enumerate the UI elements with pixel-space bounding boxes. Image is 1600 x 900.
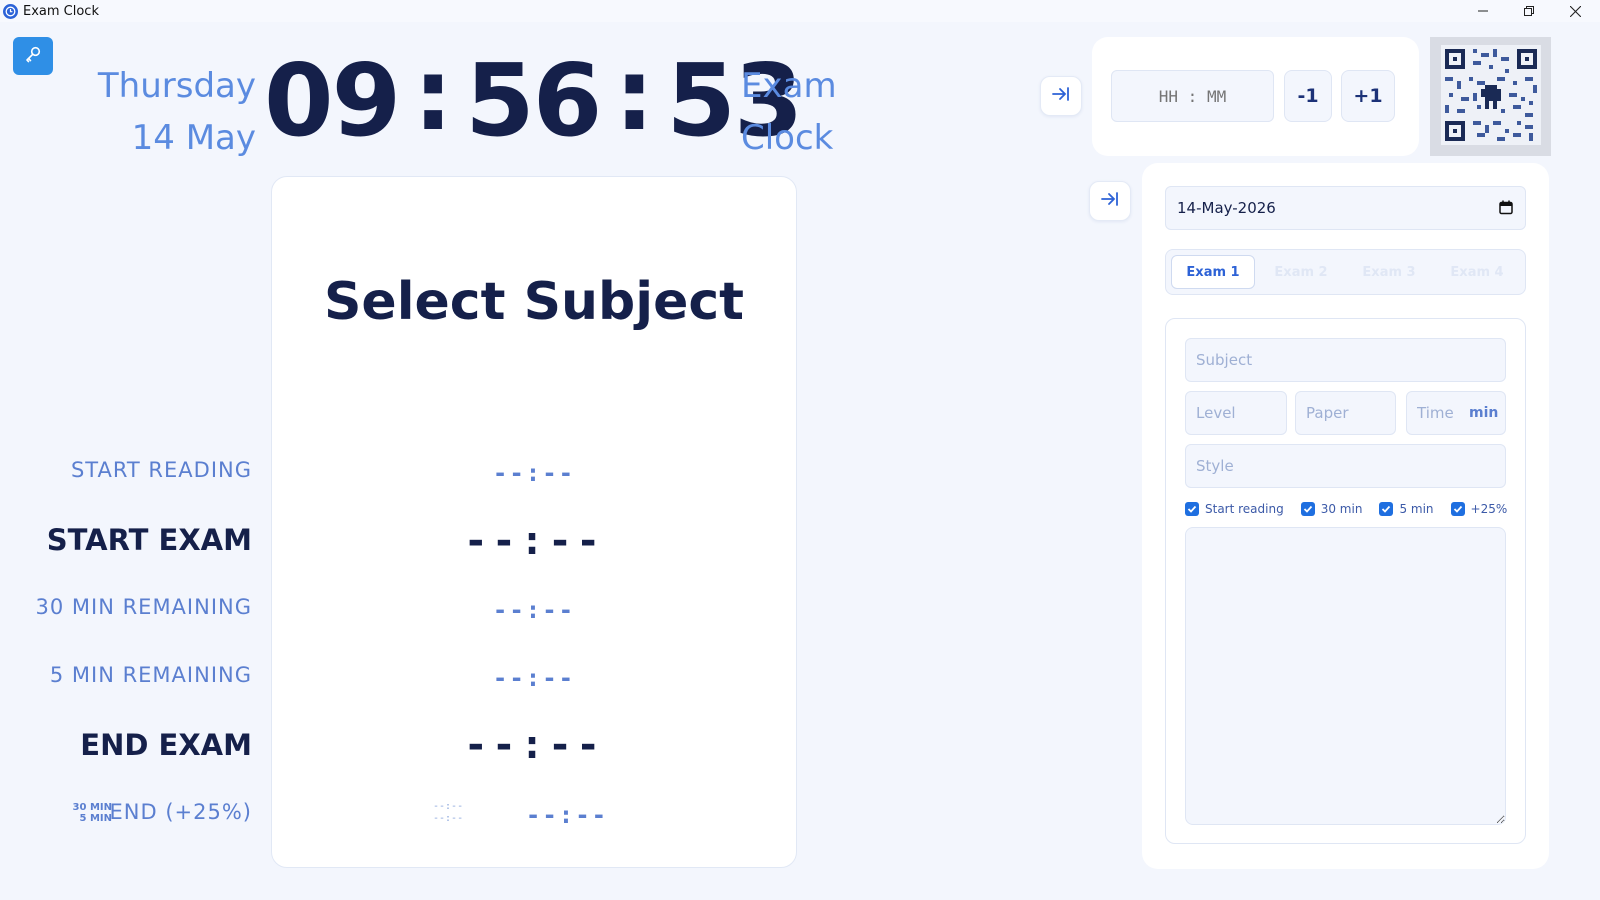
subject-input[interactable] xyxy=(1185,338,1506,382)
key-icon xyxy=(24,45,42,67)
close-button[interactable] xyxy=(1552,0,1598,22)
settings-key-button[interactable] xyxy=(13,37,53,75)
qr-code xyxy=(1430,37,1551,156)
tab-exam-3[interactable]: Exam 3 xyxy=(1347,255,1431,289)
end-extra-labels: 30 MIN 5 MIN xyxy=(70,802,112,824)
check-icon[interactable] xyxy=(1379,502,1394,516)
check-icon[interactable] xyxy=(1450,502,1465,516)
label-30-min-remaining: 30 MIN REMAINING xyxy=(35,595,252,619)
tab-exam-2[interactable]: Exam 2 xyxy=(1259,255,1343,289)
tab-exam-4[interactable]: Exam 4 xyxy=(1435,255,1519,289)
duration-unit-label: min xyxy=(1469,405,1499,421)
main-clock: 09 : 56 : 53 xyxy=(264,36,804,159)
checkbox-plus-25[interactable]: +25% xyxy=(1450,502,1508,516)
arrow-to-right-icon xyxy=(1100,191,1120,211)
app-name-line1: Exam xyxy=(741,66,837,106)
label-extra-30-min: 30 MIN xyxy=(72,802,112,813)
window-title: Exam Clock xyxy=(23,3,99,19)
checkbox-5-min[interactable]: 5 min xyxy=(1379,502,1434,516)
check-icon[interactable] xyxy=(1185,502,1199,516)
label-start-reading: START READING xyxy=(70,458,252,482)
time-start-reading: --:-- xyxy=(492,459,576,487)
checkbox-label: Start reading xyxy=(1205,502,1284,516)
app-title-block: Exam Clock xyxy=(741,60,837,164)
level-input[interactable] xyxy=(1185,391,1287,435)
time-override-input[interactable] xyxy=(1111,70,1274,122)
date-picker[interactable]: 14-May-2026 xyxy=(1165,186,1526,230)
label-5-min-remaining: 5 MIN REMAINING xyxy=(49,663,252,687)
time-start-exam: --:-- xyxy=(463,518,605,564)
app-name-line2: Clock xyxy=(741,118,834,158)
minimize-button[interactable] xyxy=(1460,0,1506,22)
calendar-icon[interactable] xyxy=(1499,200,1513,219)
maximize-button[interactable] xyxy=(1506,0,1552,22)
clock-icon xyxy=(3,3,18,19)
increment-minute-button[interactable]: +1 xyxy=(1341,70,1395,122)
label-extra-5-min: 5 MIN xyxy=(79,813,112,824)
arrow-to-right-icon xyxy=(1051,86,1071,106)
clock-minutes: 56 xyxy=(465,41,602,159)
checkbox-label: +25% xyxy=(1470,502,1508,516)
collapse-settings-panel-button[interactable] xyxy=(1089,181,1131,221)
collapse-time-panel-button[interactable] xyxy=(1040,76,1082,116)
label-end-plus-25: END (+25%) xyxy=(109,800,252,824)
date-short: 14 May xyxy=(131,118,256,158)
exam-settings-panel: 14-May-2026 Exam 1 Exam 2 Exam 3 Exam 4 … xyxy=(1142,163,1549,869)
decrement-minute-button[interactable]: -1 xyxy=(1284,70,1332,122)
label-start-exam: START EXAM xyxy=(46,523,252,557)
checkbox-label: 5 min xyxy=(1399,502,1434,516)
date-display: Thursday 14 May xyxy=(98,60,256,164)
clock-hours: 09 xyxy=(264,41,401,159)
reminder-options: Start reading 30 min 5 min +25% xyxy=(1185,499,1525,519)
time-adjust-panel: -1 +1 xyxy=(1092,37,1419,156)
clock-separator: : xyxy=(614,35,654,153)
tab-exam-1[interactable]: Exam 1 xyxy=(1171,255,1255,289)
exam-form: min Start reading 30 min 5 min +25% xyxy=(1165,318,1526,844)
notes-textarea[interactable] xyxy=(1185,527,1506,825)
title-bar: Exam Clock xyxy=(0,0,1600,22)
checkbox-label: 30 min xyxy=(1320,502,1363,516)
date-value: 14-May-2026 xyxy=(1177,199,1276,217)
paper-input[interactable] xyxy=(1295,391,1396,435)
label-end-exam: END EXAM xyxy=(80,728,252,762)
exam-tabs: Exam 1 Exam 2 Exam 3 Exam 4 xyxy=(1165,249,1526,295)
subject-title: Select Subject xyxy=(323,272,745,332)
time-end-exam: --:-- xyxy=(463,722,605,768)
qr-code-icon xyxy=(1440,44,1541,149)
style-input[interactable] xyxy=(1185,444,1506,488)
time-30-min-remaining: --:-- xyxy=(492,596,576,624)
time-5-min-remaining: --:-- xyxy=(492,664,576,692)
time-end-plus-25: --:-- xyxy=(525,801,609,829)
checkbox-start-reading[interactable]: Start reading xyxy=(1185,502,1284,516)
weekday: Thursday xyxy=(97,66,256,106)
checkbox-30-min[interactable]: 30 min xyxy=(1300,502,1363,516)
clock-separator: : xyxy=(413,35,453,153)
check-icon[interactable] xyxy=(1300,502,1315,516)
